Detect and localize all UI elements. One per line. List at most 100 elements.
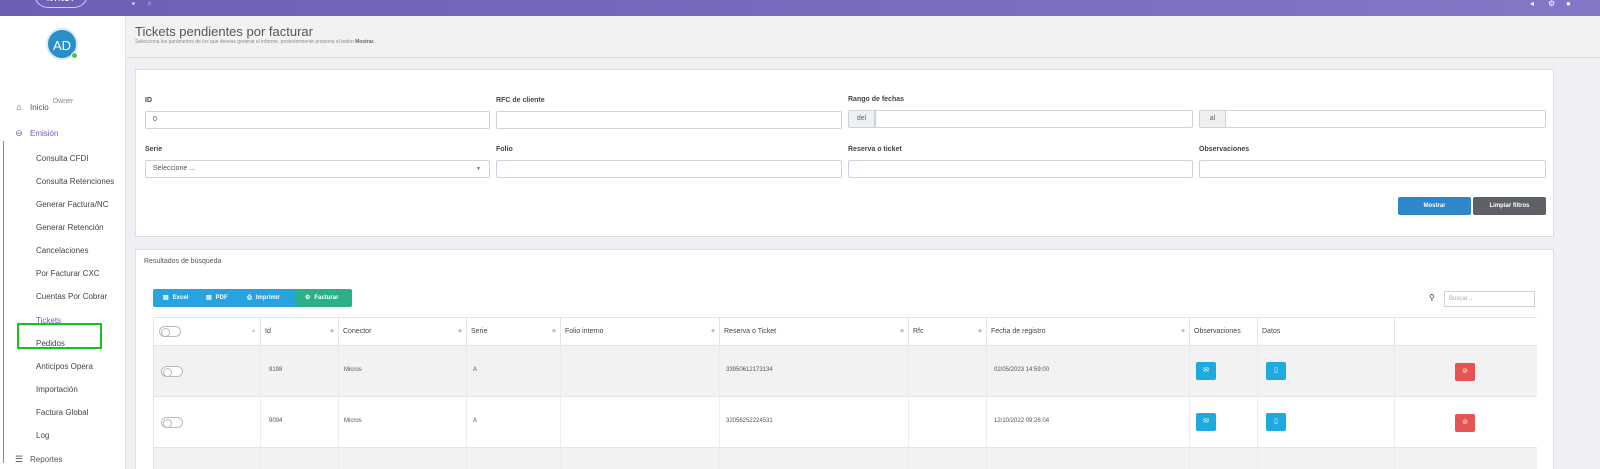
sidebar-subitem-anticipos-opera[interactable]: Anticipos Opera [36,362,93,371]
header-select[interactable]: ▲ [154,318,260,347]
avatar[interactable]: AD [46,28,78,60]
page-title: Tickets pendientes por facturar [135,24,313,39]
select-all-toggle[interactable] [159,326,181,337]
sort-icon: ◆ [552,328,556,334]
settings-icon[interactable]: ⚙ [1548,0,1555,8]
reserva-input[interactable] [848,160,1193,178]
header-label: Reserva o Ticket [724,328,777,335]
sidebar: AD Owner ⌂ Inicio ⊖ Emisión Consulta CFDI … [0,16,126,469]
header-reserva[interactable]: Reserva o Ticket ◆ [719,318,908,347]
rfc-input[interactable] [496,111,842,129]
sidebar-subitem-importacion[interactable]: Importación [36,385,78,394]
table-row: 9094 Micros A 32056252224531 12/10/2022 … [154,397,1537,448]
sidebar-item-inicio[interactable]: ⌂ Inicio [14,102,48,112]
sidebar-item-label: Emisión [30,129,59,138]
home-icon: ⌂ [16,102,22,112]
pdf-label: PDF [215,295,228,301]
serie-label: Serie [145,146,163,153]
sidebar-subitem-log[interactable]: Log [36,431,49,440]
page-subtitle-text: Selecciona los parámetros de los que des… [135,39,354,45]
print-button[interactable]: ⎙ Imprimir [237,289,295,307]
cell-reserva: 32056252224531 [726,418,773,424]
header-label: Fecha de registro [991,328,1046,335]
id-input[interactable]: 0 [145,111,490,129]
hide-button[interactable]: ⊘ [1455,363,1475,381]
sidebar-subitem-factura-global[interactable]: Factura Global [36,408,88,417]
sort-icon: ◆ [1181,328,1185,334]
header-fecha[interactable]: Fecha de registro ◆ [986,318,1189,347]
data-button[interactable]: ▯ [1266,413,1286,431]
folio-input[interactable] [496,160,842,178]
clear-filters-button[interactable]: Limpiar filtros [1473,197,1546,215]
search-input[interactable]: Buscar... [1444,291,1535,307]
sidebar-subitem-tickets[interactable]: Tickets [36,316,61,325]
row-select-toggle[interactable] [161,366,183,377]
sidebar-subitem-generar-retencion[interactable]: Generar Retención [36,223,104,232]
header-serie[interactable]: Serie ◆ [466,318,560,347]
header-observaciones: Observaciones [1189,318,1257,347]
caret-down-icon: ▼ [476,166,481,172]
header-label: Rfc [913,328,924,335]
column-divider [719,346,720,469]
sidebar-item-emision[interactable]: ⊖ Emisión [14,128,58,139]
user-icon[interactable]: ● [1566,0,1571,8]
hide-button[interactable]: ⊘ [1455,414,1475,432]
date-from-input[interactable] [875,110,1193,128]
header-label: Serie [471,328,488,335]
row-select-toggle[interactable] [161,417,183,428]
sidebar-subitem-pedidos[interactable]: Pedidos [36,339,65,348]
date-to-addon: al [1199,110,1226,128]
facturar-button[interactable]: ⚙ Facturar [295,289,352,307]
document-icon: ▯ [1274,367,1278,374]
cell-id: 9094 [269,418,283,424]
avatar-initials: AD [52,38,72,53]
header-label: Observaciones [1194,328,1241,335]
column-divider [1257,346,1258,469]
list-icon: ☰ [14,454,24,464]
sidebar-item-reportes[interactable]: ☰ Reportes [14,454,63,465]
print-label: Imprimir [255,295,280,301]
header-label: Conector [343,328,372,335]
header-label: Id [265,328,271,335]
eye-slash-icon: ⊘ [1462,419,1468,426]
pdf-button[interactable]: ▤ PDF [196,289,237,307]
sidebar-subitem-por-facturar-cxc[interactable]: Por Facturar CXC [36,269,100,278]
main-content: Tickets pendientes por facturar Seleccio… [126,16,1600,469]
column-divider [1394,346,1395,469]
observaciones-input[interactable] [1199,160,1546,178]
data-button[interactable]: ▯ [1266,362,1286,380]
file-icon: ▤ [163,295,169,301]
header-rfc[interactable]: Rfc ◆ [908,318,986,347]
sidebar-subitem-cuentas-por-cobrar[interactable]: Cuentas Por Cobrar [36,292,107,301]
sidebar-subitem-generar-factura[interactable]: Generar Factura/NC [36,200,108,209]
column-divider [560,346,561,469]
cell-serie: A [473,367,478,373]
observations-button[interactable]: ✉ [1196,362,1216,380]
date-to-input[interactable] [1225,110,1546,128]
sort-icon: ◆ [900,328,904,334]
header-datos: Datos [1257,318,1394,347]
app-logo[interactable]: NYNCY [34,0,88,8]
header-id[interactable]: Id ◆ [260,318,338,347]
cell-id: 9198 [269,367,283,373]
header-conector[interactable]: Conector ◆ [338,318,466,347]
column-divider [260,346,261,469]
column-divider [1189,346,1190,469]
sidebar-subitem-cancelaciones[interactable]: Cancelaciones [36,246,88,255]
excel-button[interactable]: ▤ Excel [153,289,196,307]
page-header: Tickets pendientes por facturar Seleccio… [126,16,1600,58]
sidebar-subitem-consulta-retenciones[interactable]: Consulta Retenciones [36,177,114,186]
sidebar-subitem-consulta-cfdi[interactable]: Consulta CFDI [36,154,88,163]
table-row: 9198 Micros A 33950612173134 02/05/2023 … [154,346,1537,397]
menu-icon[interactable]: ▪ [132,0,135,8]
bell-icon[interactable]: ◂ [1530,0,1534,8]
comments-icon: ✉ [1203,418,1209,425]
excel-label: Excel [172,295,189,301]
header-folio-interno[interactable]: Folio interno ◆ [560,318,719,347]
show-button[interactable]: Mostrar [1398,197,1471,215]
date-from-addon: del [848,110,875,128]
observations-button[interactable]: ✉ [1196,413,1216,431]
serie-select[interactable]: Seleccione ... ▼ [145,160,490,178]
expand-icon[interactable]: ▫ [148,0,151,8]
sidebar-active-rail [3,141,4,463]
